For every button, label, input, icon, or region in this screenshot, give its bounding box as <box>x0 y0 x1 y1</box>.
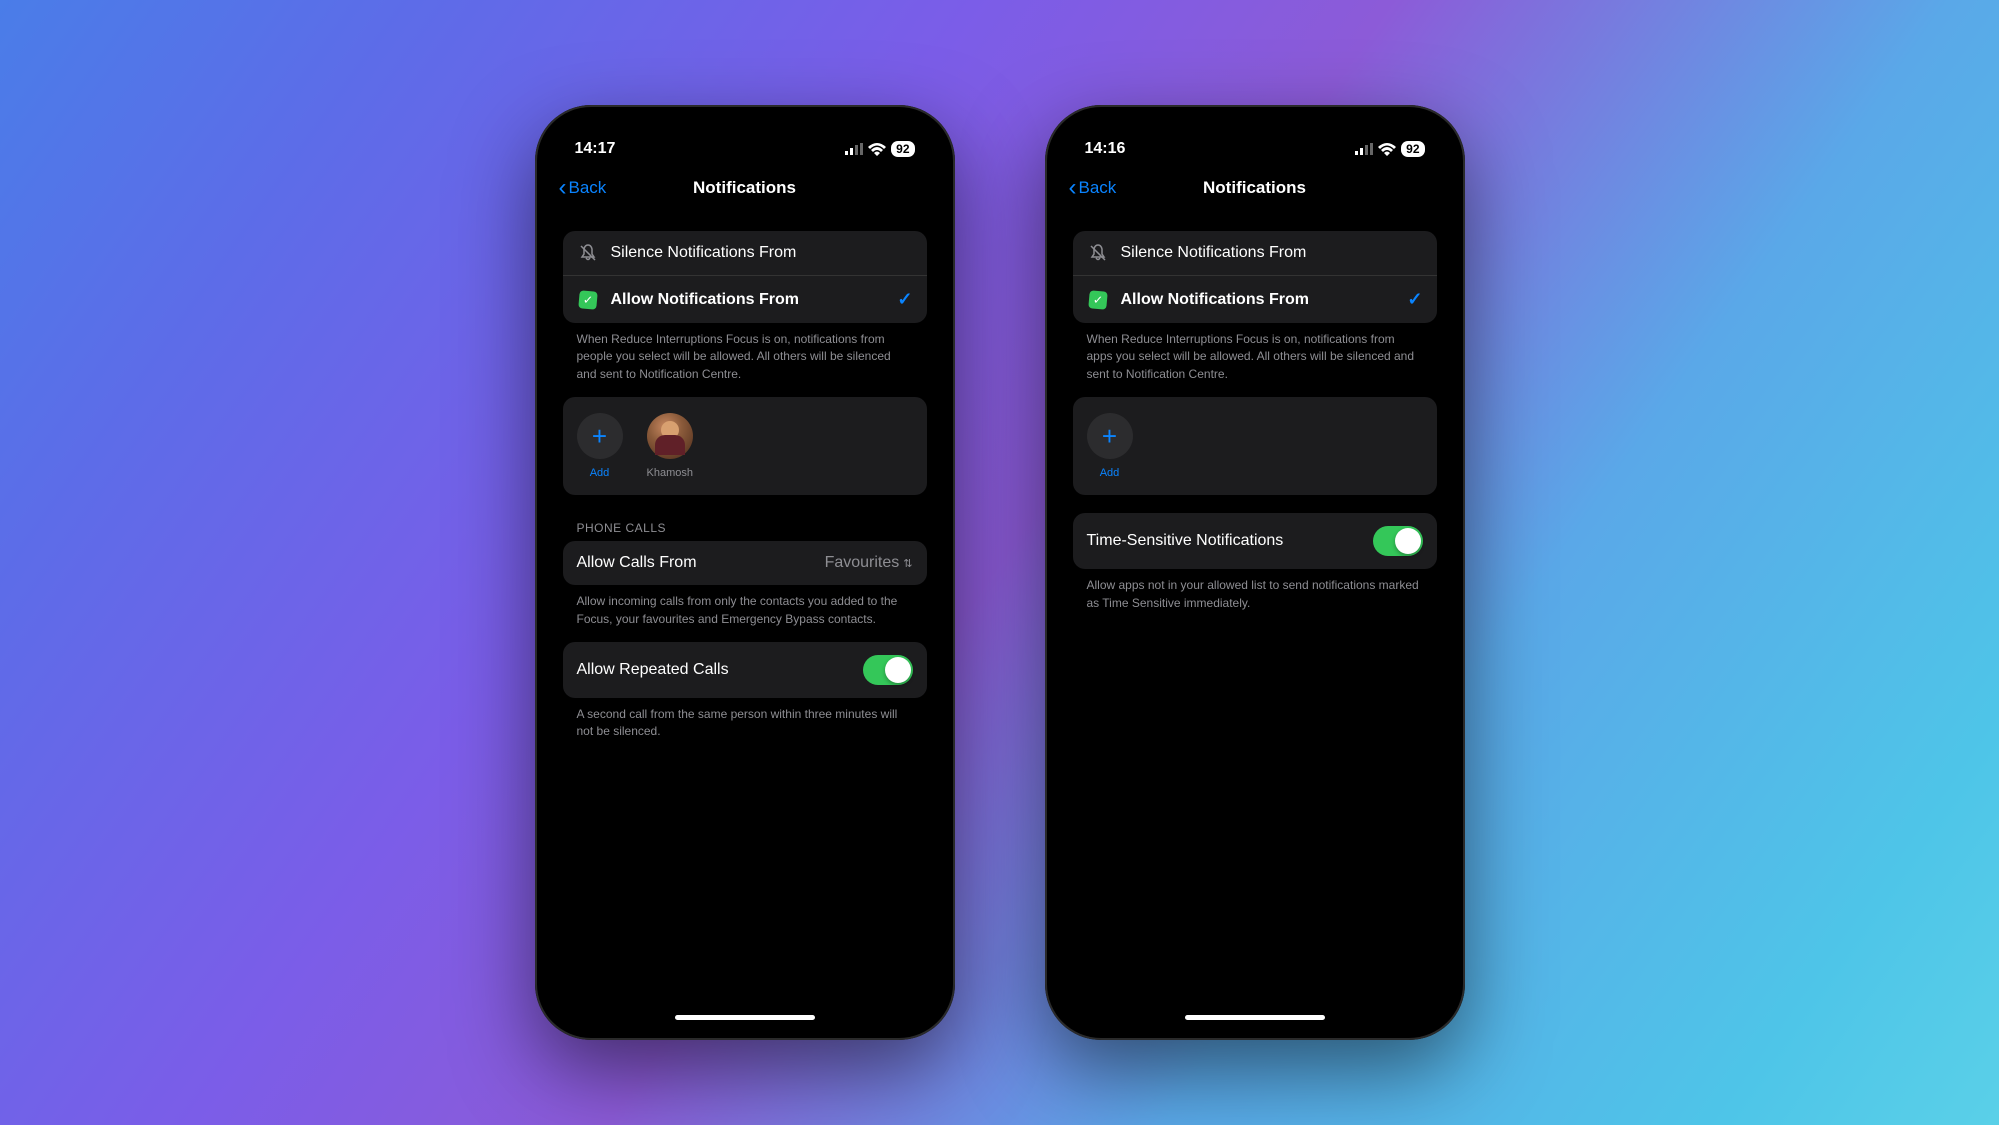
nav-bar: ‹ Back Notifications <box>1057 165 1453 211</box>
battery-icon: 92 <box>891 141 914 157</box>
add-label: Add <box>1100 467 1120 479</box>
home-indicator[interactable] <box>675 1015 815 1020</box>
allow-footer-text: When Reduce Interruptions Focus is on, n… <box>1073 323 1437 383</box>
repeated-calls-group: Allow Repeated Calls <box>563 642 927 698</box>
allowed-people-box: + Add Khamosh <box>563 397 927 495</box>
status-time: 14:17 <box>575 140 616 158</box>
back-label: Back <box>569 178 607 198</box>
updown-icon: ⇅ <box>903 557 912 570</box>
allow-label: Allow Notifications From <box>611 291 886 309</box>
nav-bar: ‹ Back Notifications <box>547 165 943 211</box>
allow-label: Allow Notifications From <box>1121 291 1396 309</box>
bell-slash-icon <box>577 244 599 262</box>
notification-mode-group: Silence Notifications From ✓ Allow Notif… <box>1073 231 1437 323</box>
badge-check-icon: ✓ <box>577 291 599 309</box>
allow-footer-text: When Reduce Interruptions Focus is on, n… <box>563 323 927 383</box>
phone-left: 14:17 92 ‹ Back Notifications <box>535 105 955 1040</box>
status-right: 92 <box>1355 141 1424 157</box>
repeated-calls-row: Allow Repeated Calls <box>563 642 927 698</box>
chevron-left-icon: ‹ <box>559 176 567 200</box>
allow-calls-from-row[interactable]: Allow Calls From Favourites ⇅ <box>563 541 927 585</box>
notification-mode-group: Silence Notifications From ✓ Allow Notif… <box>563 231 927 323</box>
repeated-calls-label: Allow Repeated Calls <box>577 661 851 679</box>
back-button[interactable]: ‹ Back <box>559 176 607 200</box>
content-area: Silence Notifications From ✓ Allow Notif… <box>1057 231 1453 612</box>
add-app-button[interactable]: + Add <box>1087 413 1133 479</box>
avatar-icon <box>647 413 693 459</box>
checkmark-icon: ✓ <box>1407 289 1422 310</box>
silence-option[interactable]: Silence Notifications From <box>563 231 927 276</box>
time-sensitive-row: Time-Sensitive Notifications <box>1073 513 1437 569</box>
time-sensitive-toggle[interactable] <box>1373 526 1423 556</box>
allowed-apps-box: + Add <box>1073 397 1437 495</box>
allow-calls-group: Allow Calls From Favourites ⇅ <box>563 541 927 585</box>
add-label: Add <box>590 467 610 479</box>
cellular-icon <box>1355 143 1373 155</box>
home-indicator[interactable] <box>1185 1015 1325 1020</box>
wifi-icon <box>1378 143 1396 156</box>
allow-calls-footer: Allow incoming calls from only the conta… <box>563 585 927 628</box>
allow-option[interactable]: ✓ Allow Notifications From ✓ <box>1073 276 1437 323</box>
allow-calls-value: Favourites ⇅ <box>825 554 913 572</box>
wifi-icon <box>868 143 886 156</box>
silence-label: Silence Notifications From <box>1121 244 1423 262</box>
plus-icon: + <box>577 413 623 459</box>
silence-option[interactable]: Silence Notifications From <box>1073 231 1437 276</box>
checkmark-icon: ✓ <box>897 289 912 310</box>
time-sensitive-footer: Allow apps not in your allowed list to s… <box>1073 569 1437 612</box>
allow-option[interactable]: ✓ Allow Notifications From ✓ <box>563 276 927 323</box>
time-sensitive-label: Time-Sensitive Notifications <box>1087 532 1361 550</box>
back-label: Back <box>1079 178 1117 198</box>
badge-check-icon: ✓ <box>1087 291 1109 309</box>
allow-calls-label: Allow Calls From <box>577 554 813 572</box>
cellular-icon <box>845 143 863 155</box>
dynamic-island <box>685 131 805 165</box>
back-button[interactable]: ‹ Back <box>1069 176 1117 200</box>
bell-slash-icon <box>1087 244 1109 262</box>
silence-label: Silence Notifications From <box>611 244 913 262</box>
phone-right: 14:16 92 ‹ Back Notifications <box>1045 105 1465 1040</box>
phone-calls-header: PHONE CALLS <box>563 495 927 541</box>
plus-icon: + <box>1087 413 1133 459</box>
screen-left: 14:17 92 ‹ Back Notifications <box>547 117 943 1028</box>
page-title: Notifications <box>1203 178 1306 198</box>
dynamic-island <box>1195 131 1315 165</box>
screen-right: 14:16 92 ‹ Back Notifications <box>1057 117 1453 1028</box>
repeated-calls-footer: A second call from the same person withi… <box>563 698 927 741</box>
add-person-button[interactable]: + Add <box>577 413 623 479</box>
page-title: Notifications <box>693 178 796 198</box>
allowed-person[interactable]: Khamosh <box>647 413 693 479</box>
chevron-left-icon: ‹ <box>1069 176 1077 200</box>
status-right: 92 <box>845 141 914 157</box>
status-time: 14:16 <box>1085 140 1126 158</box>
person-name: Khamosh <box>647 467 693 479</box>
content-area: Silence Notifications From ✓ Allow Notif… <box>547 231 943 741</box>
repeated-calls-toggle[interactable] <box>863 655 913 685</box>
time-sensitive-group: Time-Sensitive Notifications <box>1073 513 1437 569</box>
battery-icon: 92 <box>1401 141 1424 157</box>
